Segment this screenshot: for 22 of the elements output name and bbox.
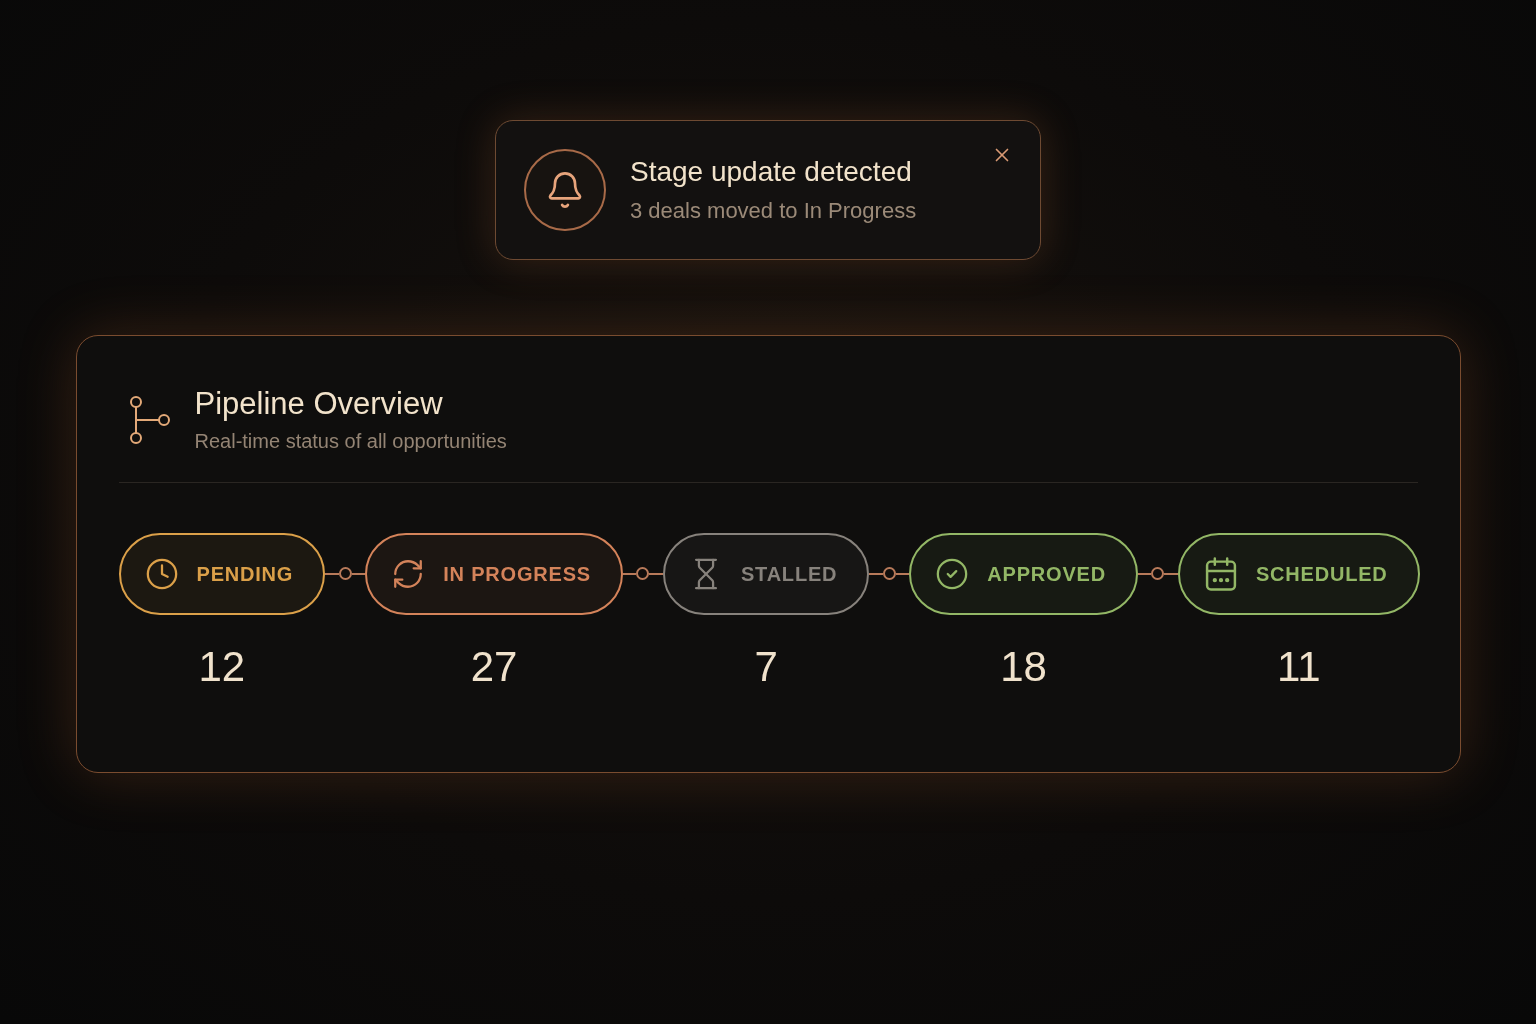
stage-count: 18 [1000,643,1047,691]
stage-pill[interactable]: PENDING [118,533,326,615]
stage-pill[interactable]: APPROVED [909,533,1138,615]
stage-count: 12 [198,643,246,691]
stage-connector [325,567,366,580]
stage-pill[interactable]: STALLED [662,533,870,615]
stage-connector [1137,567,1178,580]
card-title: Pipeline Overview [194,386,444,422]
clock-icon [144,557,179,591]
card-subtitle: Real-time status of all opportunities [194,429,507,454]
stage-count: 27 [470,643,518,691]
stage-count: 7 [754,643,778,691]
stage-connector [869,567,910,580]
stage-connector [622,567,663,580]
stage-pill[interactable]: IN PROGRESS [365,533,623,615]
branch-icon [128,396,171,444]
calendar-icon [1203,557,1238,591]
toast-title: Stage update detected [630,155,913,189]
check-circle-icon [935,557,970,591]
stage-pill[interactable]: SCHEDULED [1177,533,1420,615]
stage-count: 11 [1276,643,1321,691]
toast-message: 3 deals moved to In Progress [630,197,918,225]
